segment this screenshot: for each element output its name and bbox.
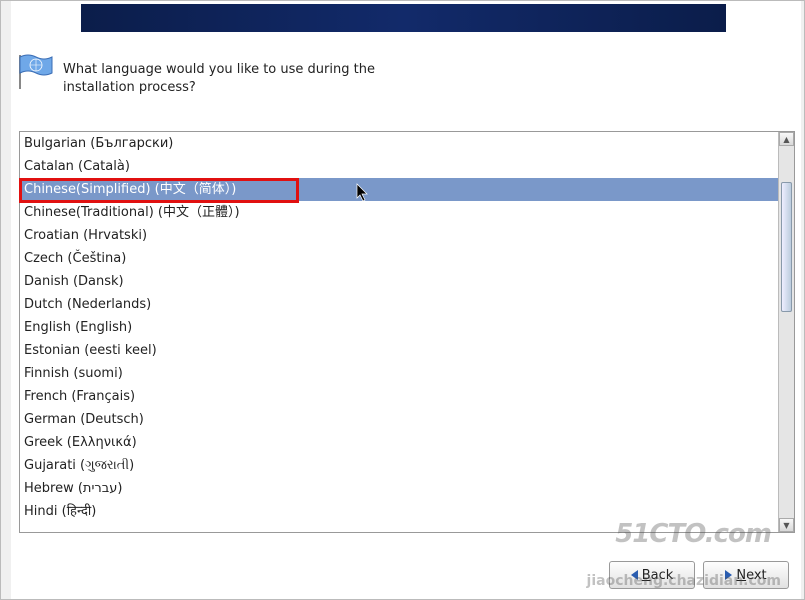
scroll-thumb[interactable] <box>781 182 792 312</box>
language-option[interactable]: Chinese(Traditional) (中文（正體）) <box>20 201 778 224</box>
scroll-down-button[interactable]: ▼ <box>779 518 794 532</box>
flag-icon <box>16 51 58 93</box>
language-option[interactable]: Bulgarian (Български) <box>20 132 778 155</box>
button-bar: Back Next <box>609 561 789 589</box>
language-option[interactable]: Gujarati (ગુજરાતી) <box>20 454 778 477</box>
scrollbar[interactable]: ▲ ▼ <box>778 132 794 532</box>
language-option[interactable]: Hindi (हिन्दी) <box>20 500 778 523</box>
language-option[interactable]: German (Deutsch) <box>20 408 778 431</box>
language-option[interactable]: Greek (Ελληνικά) <box>20 431 778 454</box>
language-option[interactable]: French (Français) <box>20 385 778 408</box>
language-option[interactable]: Finnish (suomi) <box>20 362 778 385</box>
language-listbox[interactable]: Bulgarian (Български)Catalan (Català)Chi… <box>19 131 795 533</box>
arrow-right-icon <box>725 570 732 580</box>
back-button[interactable]: Back <box>609 561 695 589</box>
language-option[interactable]: Croatian (Hrvatski) <box>20 224 778 247</box>
language-option[interactable]: Estonian (eesti keel) <box>20 339 778 362</box>
language-option[interactable]: Danish (Dansk) <box>20 270 778 293</box>
language-option[interactable]: Czech (Čeština) <box>20 247 778 270</box>
language-option[interactable]: Catalan (Català) <box>20 155 778 178</box>
language-option[interactable]: Hebrew (עברית) <box>20 477 778 500</box>
language-option[interactable]: Chinese(Simplified) (中文（简体）) <box>20 178 778 201</box>
language-list-viewport[interactable]: Bulgarian (Български)Catalan (Català)Chi… <box>20 132 778 532</box>
language-option[interactable]: Dutch (Nederlands) <box>20 293 778 316</box>
scroll-up-button[interactable]: ▲ <box>779 132 794 146</box>
back-button-label: Back <box>642 568 674 583</box>
installer-window: What language would you like to use duri… <box>11 1 801 599</box>
next-button-label: Next <box>736 568 766 583</box>
next-button[interactable]: Next <box>703 561 789 589</box>
arrow-left-icon <box>631 570 638 580</box>
language-option[interactable]: English (English) <box>20 316 778 339</box>
header-banner <box>81 4 726 32</box>
prompt-text: What language would you like to use duri… <box>63 61 393 96</box>
